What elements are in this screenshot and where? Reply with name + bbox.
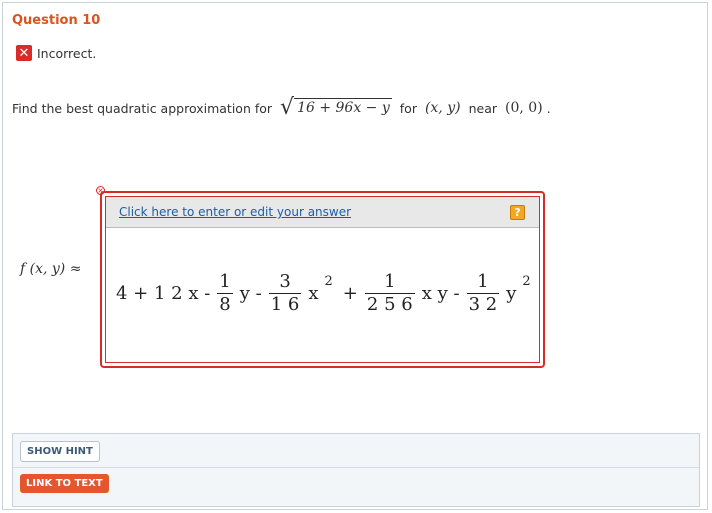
answer-box[interactable]: Click here to enter or edit your answer … [100,191,545,368]
edit-answer-link[interactable]: Click here to enter or edit your answer [119,205,351,219]
expr-term-5: x y - [421,283,460,304]
fraction-1-numerator: 1 [219,271,231,292]
exponent-1: 2 [324,274,333,289]
fraction-2-denominator: 1 6 [270,294,300,315]
show-hint-button[interactable]: SHOW HINT [20,441,100,462]
radicand: 16 + 96x − y [294,98,392,117]
hint-panel: SHOW HINT LINK TO TEXT [12,433,700,507]
hint-divider [13,467,699,468]
x-icon: ✕ [16,45,32,61]
expr-term-1: 4 + 1 2 x - [116,283,211,304]
exponent-2: 2 [522,274,531,289]
expr-term-3: x [308,283,319,304]
prompt-period: . [546,100,551,116]
link-to-text-button[interactable]: LINK TO TEXT [20,474,109,493]
prompt-for: for [399,100,417,116]
fraction-1-denominator: 8 [219,294,231,315]
fraction-3-numerator: 1 [384,271,396,292]
fraction-2: 3 1 6 [268,271,302,316]
prompt-near: near [468,100,498,116]
question-title: Question 10 [12,13,101,28]
fraction-3-denominator: 2 5 6 [366,294,413,315]
answer-toolbar: Click here to enter or edit your answer … [106,197,539,228]
answer-lhs: f (x, y) ≈ [20,261,82,277]
fraction-4-numerator: 1 [477,271,489,292]
expr-term-4: + [342,283,358,304]
fraction-4: 1 3 2 [466,271,500,316]
status-label: Incorrect. [37,45,97,61]
fraction-3: 1 2 5 6 [364,271,415,316]
answer-expression: 4 + 1 2 x - 1 8 y - 3 1 6 x 2 + 1 2 5 6 … [114,271,531,316]
question-prompt: Find the best quadratic approximation fo… [12,97,551,119]
prompt-lead: Find the best quadratic approximation fo… [12,100,273,116]
fraction-4-denominator: 3 2 [468,294,498,315]
prompt-variables: (x, y) [424,100,461,116]
expr-term-2: y - [239,283,262,304]
sqrt-expression: √ 16 + 96x − y [280,97,392,119]
status-row: ✕ Incorrect. [16,45,96,61]
expr-term-6: y [506,283,517,304]
fraction-1: 1 8 [217,271,233,316]
answer-box-inner: Click here to enter or edit your answer … [105,196,540,363]
prompt-point: (0, 0) [505,100,543,116]
radical-icon: √ [280,95,295,120]
help-button[interactable]: ? [510,204,525,220]
fraction-2-numerator: 3 [279,271,291,292]
